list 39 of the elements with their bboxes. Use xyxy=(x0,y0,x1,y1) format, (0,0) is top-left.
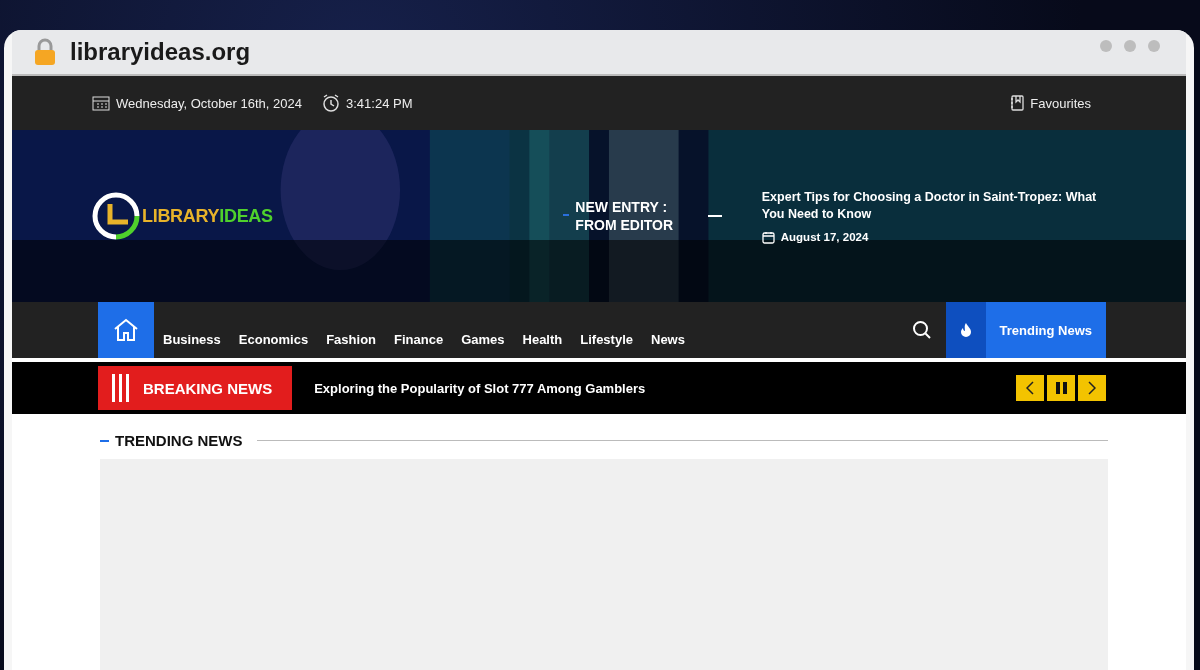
trending-news-button[interactable]: Trending News xyxy=(945,302,1106,358)
time-text: 3:41:24 PM xyxy=(346,95,413,111)
date-text: Wednesday, October 16th, 2024 xyxy=(116,95,302,111)
breaking-headline-link[interactable]: Exploring the Popularity of Slot 777 Among Gamblers xyxy=(314,380,1016,396)
favourites-link[interactable]: Favourites xyxy=(1010,95,1091,111)
nav-item[interactable]: Economics xyxy=(229,302,318,358)
article-date: August 17, 2024 xyxy=(780,231,869,243)
window-dot-icon[interactable] xyxy=(1100,40,1112,52)
nav-item[interactable]: News xyxy=(642,302,694,358)
section-title: TRENDING NEWS xyxy=(115,432,243,449)
headline-link[interactable]: Expert Tips for Choosing a Doctor in Saint-Tropez: What You Need to Know xyxy=(761,188,1102,223)
chevron-right-icon xyxy=(1088,381,1096,395)
home-button[interactable] xyxy=(98,302,154,358)
bookmark-book-icon xyxy=(1010,95,1025,111)
breaking-news-label: BREAKING NEWS xyxy=(98,366,293,410)
window-dot-icon[interactable] xyxy=(1148,40,1160,52)
chevron-left-icon xyxy=(1026,381,1034,395)
pause-button[interactable] xyxy=(1047,375,1075,401)
search-icon xyxy=(911,320,932,340)
nav-item[interactable]: Fashion xyxy=(317,302,385,358)
address-bar[interactable]: libraryideas.org xyxy=(12,30,1186,76)
window-dot-icon[interactable] xyxy=(1124,40,1136,52)
nav-item[interactable]: Finance xyxy=(385,302,453,358)
flame-icon xyxy=(959,323,972,337)
lock-icon xyxy=(34,38,56,66)
site-logo[interactable]: LIBRARYIDEAS xyxy=(92,192,273,240)
calendar-icon xyxy=(92,95,110,111)
logo-ring-icon xyxy=(92,192,140,240)
new-entry-label: NEW ENTRY : FROM EDITOR xyxy=(575,198,675,234)
nav-item[interactable]: Lifestyle xyxy=(571,302,642,358)
nav-item[interactable]: Games xyxy=(452,302,514,358)
nav-item[interactable]: Business xyxy=(154,302,230,358)
alarm-clock-icon xyxy=(322,94,340,112)
pause-icon xyxy=(1055,382,1067,394)
url-text: libraryideas.org xyxy=(70,38,251,66)
nav-item[interactable]: Health xyxy=(513,302,572,358)
logo-text: LIBRARYIDEAS xyxy=(142,205,273,227)
calendar-icon xyxy=(761,230,775,244)
home-icon xyxy=(113,318,139,342)
